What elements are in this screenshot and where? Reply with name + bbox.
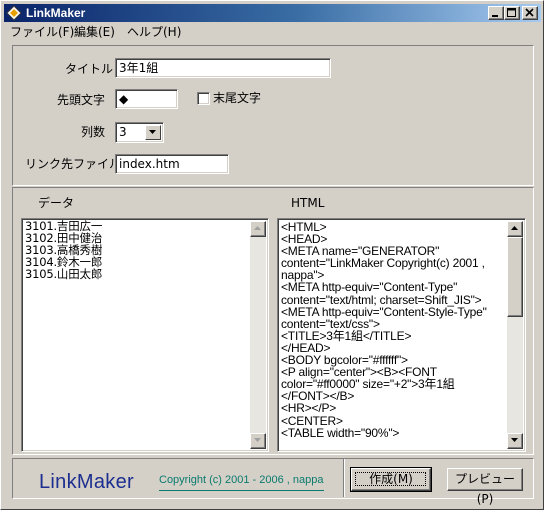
html-label: HTML (291, 196, 325, 210)
data-text: 3101.吉田広一 3102.田中健治 3103.高橋秀樹 3104.鈴木一郎 3105… (25, 220, 103, 281)
title-input-value: 3年1組 (119, 61, 159, 75)
columns-select-value: 3 (119, 125, 127, 139)
app-icon[interactable] (6, 5, 22, 21)
app-window: LinkMaker ファイル(F) 編集(E) ヘルプ(H) タイトル 3年1組… (0, 0, 544, 510)
prefix-input[interactable]: ◆ (115, 89, 178, 109)
columns-dropdown-button[interactable] (145, 125, 161, 140)
html-line: <META http-equiv="Content-Style-Type" (281, 304, 487, 319)
prefix-input-value: ◆ (119, 92, 129, 106)
window-title: LinkMaker (26, 6, 86, 20)
minimize-button[interactable] (488, 6, 504, 20)
preview-button-label: プレビュー(P) (454, 472, 515, 506)
html-scroll-thumb[interactable] (507, 237, 523, 317)
maximize-icon (507, 8, 516, 17)
copyright-text: Copyright (c) 2001 - 2006 , nappa (159, 474, 324, 491)
html-line: <HR></P> (281, 401, 337, 416)
link-file-input-value: index.htm (119, 157, 180, 171)
html-scroll-up-button[interactable] (507, 221, 523, 237)
title-input[interactable]: 3年1組 (115, 58, 331, 78)
columns-select[interactable]: 3 (115, 122, 164, 143)
suffix-checkbox-label[interactable]: 末尾文字 (213, 90, 261, 106)
maximize-button[interactable] (504, 6, 520, 20)
html-line: content="text/html; charset=Shift_JIS"> (281, 292, 482, 307)
create-button[interactable]: 作成(M) (350, 467, 432, 492)
title-bar[interactable]: LinkMaker (4, 4, 541, 22)
footer-divider (343, 459, 345, 497)
data-scroll-down-button[interactable] (250, 433, 266, 449)
data-label: データ (38, 196, 75, 210)
data-scrollbar[interactable] (250, 221, 266, 449)
html-text: <HTML> <HEAD> <META name="GENERATOR" conten… (281, 221, 507, 439)
chevron-down-icon (149, 130, 156, 134)
close-button[interactable] (522, 6, 538, 20)
html-line: <META http-equiv="Content-Type" (281, 280, 458, 295)
data-line: 3105.山田太郎 (25, 266, 103, 281)
link-file-input[interactable]: index.htm (115, 154, 229, 174)
preview-button[interactable]: プレビュー(P) (447, 468, 523, 506)
menu-edit[interactable]: 編集(E) (70, 23, 119, 41)
menu-file[interactable]: ファイル(F) (6, 23, 78, 41)
menu-help[interactable]: ヘルプ(H) (123, 23, 185, 41)
link-file-label: リンク先ファイル (25, 157, 122, 171)
data-textarea[interactable]: 3101.吉田広一 3102.田中健治 3103.高橋秀樹 3104.鈴木一郎 3105… (21, 218, 269, 452)
html-line: <TABLE width="90%"> (281, 425, 400, 440)
html-scroll-down-button[interactable] (507, 433, 523, 449)
arrow-down-icon (254, 438, 261, 442)
html-scrollbar[interactable] (507, 221, 523, 449)
arrow-down-icon (511, 438, 518, 442)
columns-label: 列数 (81, 125, 106, 139)
create-button-label: 作成(M) (369, 472, 413, 486)
suffix-checkbox[interactable] (197, 92, 210, 105)
brand-logo: LinkMaker (39, 471, 134, 493)
menu-bar: ファイル(F) 編集(E) ヘルプ(H) (4, 23, 541, 41)
data-scroll-up-button[interactable] (250, 221, 266, 237)
arrow-up-icon (254, 226, 261, 230)
arrow-up-icon (511, 226, 518, 230)
close-icon (525, 8, 534, 17)
minimize-icon (492, 15, 498, 17)
html-line: <CENTER> (281, 413, 343, 428)
html-textarea[interactable]: <HTML> <HEAD> <META name="GENERATOR" conten… (277, 218, 526, 452)
prefix-label: 先頭文字 (57, 93, 106, 107)
title-label: タイトル (65, 62, 114, 76)
